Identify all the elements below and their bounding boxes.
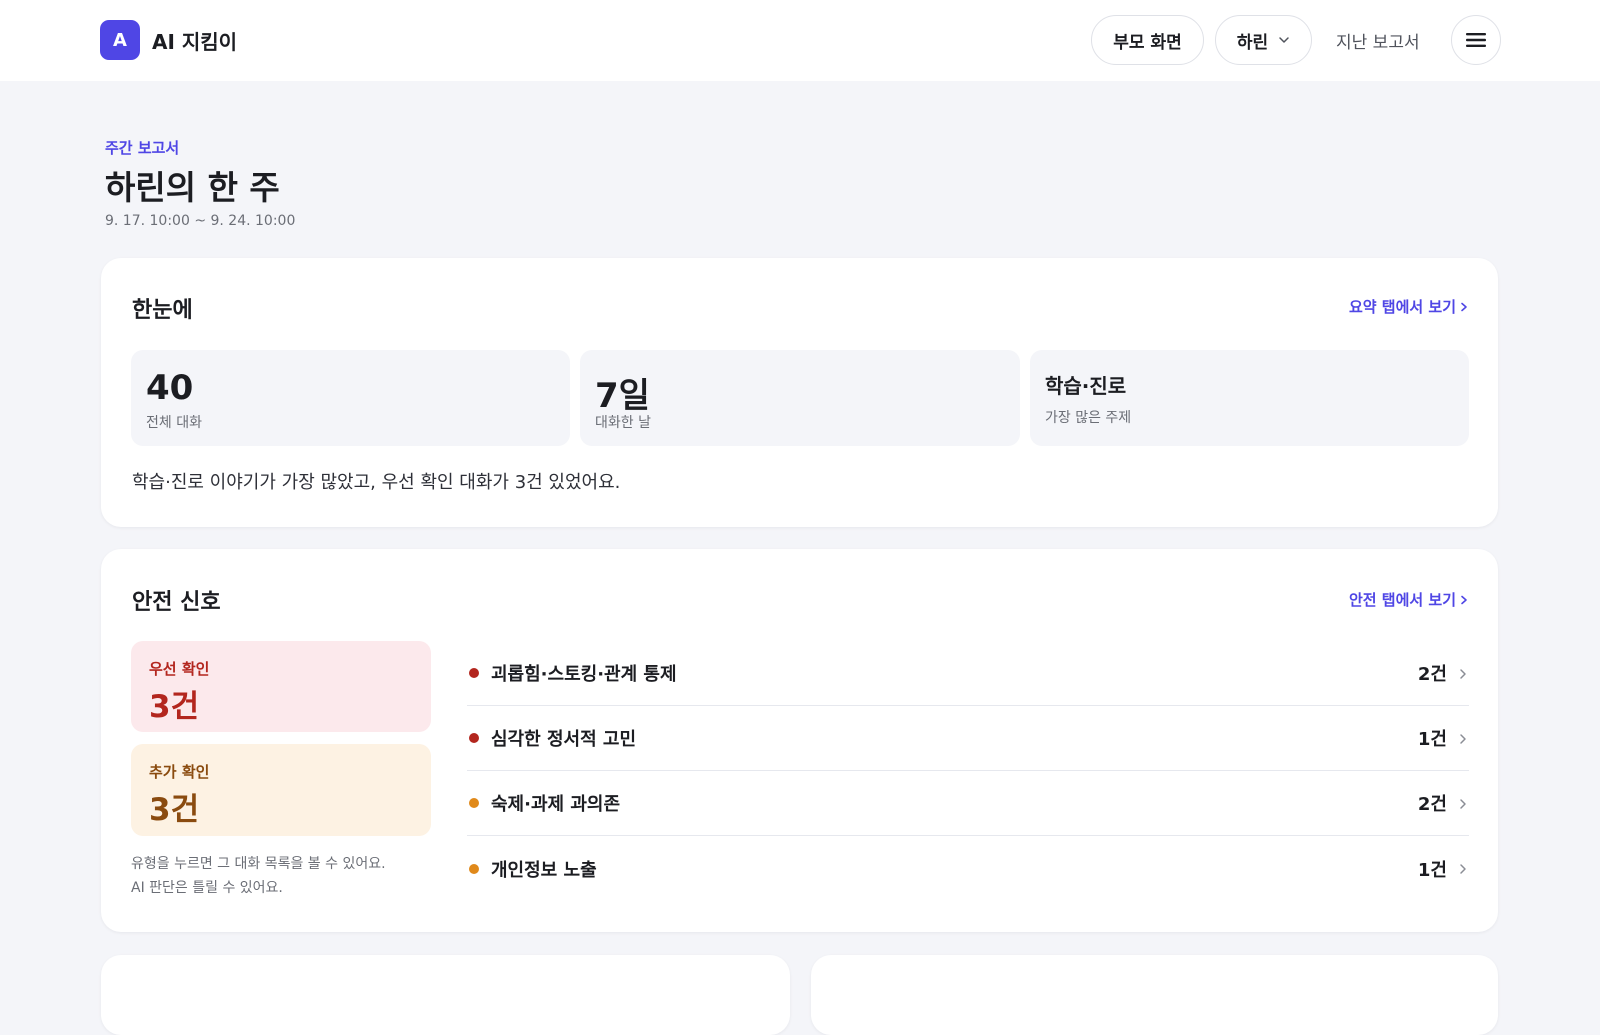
child-selector-label: 하린: [1236, 32, 1269, 53]
priority-check-box[interactable]: 우선 확인 3건: [131, 641, 431, 732]
signal-label: 개인정보 노출: [491, 859, 597, 881]
brand[interactable]: A AI 지킴이: [100, 20, 237, 60]
stat-value: 7일: [595, 376, 650, 416]
top-bar: A AI 지킴이 부모 화면 하린 지난 보고서: [0, 0, 1600, 81]
summary-tab-link-label: 요약 탭에서 보기: [1348, 298, 1456, 316]
level-label: 추가 확인: [149, 763, 210, 781]
helper-line: 유형을 누르면 그 대화 목록을 볼 수 있어요.: [131, 856, 386, 872]
stat-value: 학습·진로: [1045, 374, 1127, 398]
chevron-right-icon: [1461, 302, 1467, 311]
severity-dot-icon: [469, 798, 479, 808]
summary-title: 한눈에: [132, 298, 193, 323]
stat-label: 대화한 날: [595, 415, 651, 431]
app-name: AI 지킴이: [152, 29, 238, 54]
signal-row[interactable]: 개인정보 노출 1건: [467, 836, 1469, 901]
safety-title: 안전 신호: [132, 590, 221, 615]
menu-button[interactable]: [1451, 15, 1501, 65]
stat-total-conversations: 40 전체 대화: [131, 350, 570, 446]
signal-row[interactable]: 숙제·과제 과의존 2건: [467, 771, 1469, 836]
summary-card: 한눈에 요약 탭에서 보기 40 전체 대화 7일 대화한 날 학습·진로 가장…: [101, 258, 1498, 527]
level-count: 3건: [149, 689, 200, 725]
stat-label: 전체 대화: [146, 415, 202, 431]
usage-card: [811, 955, 1498, 1035]
hamburger-menu-icon: [1466, 33, 1486, 47]
signal-row[interactable]: 괴롭힘·스토킹·관계 통제 2건: [467, 641, 1469, 706]
safety-tab-link[interactable]: 안전 탭에서 보기: [1349, 589, 1468, 610]
severity-dot-icon: [469, 733, 479, 743]
severity-dot-icon: [469, 863, 479, 874]
safety-card: 안전 신호 안전 탭에서 보기 우선 확인 3건 추가 확인 3건 유형을 누르…: [101, 549, 1498, 932]
chevron-down-icon: [1279, 37, 1289, 43]
signal-list: 괴롭힘·스토킹·관계 통제 2건 심각한 정서적 고민 1건 숙제·과제 과의존…: [467, 641, 1469, 901]
extra-check-box[interactable]: 추가 확인 3건: [131, 744, 431, 836]
signal-label: 숙제·과제 과의존: [491, 794, 621, 815]
severity-dot-icon: [469, 668, 479, 678]
level-count: 3건: [149, 792, 200, 828]
report-period: 9. 17. 10:00 ~ 9. 24. 10:00: [105, 213, 296, 229]
app-logo: A: [100, 20, 140, 60]
signal-row[interactable]: 심각한 정서적 고민 1건: [467, 706, 1469, 771]
chevron-right-icon: [1460, 799, 1466, 809]
chevron-right-icon: [1460, 669, 1466, 679]
child-selector[interactable]: 하린: [1215, 15, 1312, 65]
helper-line: AI 판단은 틀릴 수 있어요.: [131, 880, 283, 896]
signal-count: 2건: [1417, 664, 1447, 685]
past-reports-link[interactable]: 지난 보고서: [1336, 28, 1420, 53]
stat-value: 40: [146, 368, 194, 408]
chevron-right-icon: [1460, 734, 1466, 744]
level-label: 우선 확인: [149, 660, 210, 678]
stat-label: 가장 많은 주제: [1045, 410, 1132, 426]
stat-active-days: 7일 대화한 날: [580, 350, 1020, 446]
signal-count: 1건: [1417, 729, 1447, 750]
chevron-right-icon: [1461, 595, 1467, 604]
topic-card: [101, 955, 790, 1035]
report-eyebrow: 주간 보고서: [105, 139, 180, 157]
safety-tab-link-label: 안전 탭에서 보기: [1348, 591, 1456, 609]
stat-top-topic: 학습·진로 가장 많은 주제: [1030, 350, 1469, 446]
chevron-right-icon: [1460, 864, 1466, 874]
page-title: 하린의 한 주: [105, 168, 280, 207]
safety-helper-text: 유형을 누르면 그 대화 목록을 볼 수 있어요. AI 판단은 틀릴 수 있어…: [131, 852, 441, 900]
signal-label: 심각한 정서적 고민: [491, 729, 637, 750]
summary-tab-link[interactable]: 요약 탭에서 보기: [1349, 296, 1468, 317]
summary-sentence: 학습·진로 이야기가 가장 많았고, 우선 확인 대화가 3건 있었어요.: [132, 472, 621, 493]
signal-count: 2건: [1417, 794, 1447, 815]
parent-view-button[interactable]: 부모 화면: [1091, 15, 1204, 65]
parent-view-label: 부모 화면: [1113, 32, 1182, 53]
signal-label: 괴롭힘·스토킹·관계 통제: [491, 664, 677, 685]
signal-count: 1건: [1417, 859, 1447, 881]
